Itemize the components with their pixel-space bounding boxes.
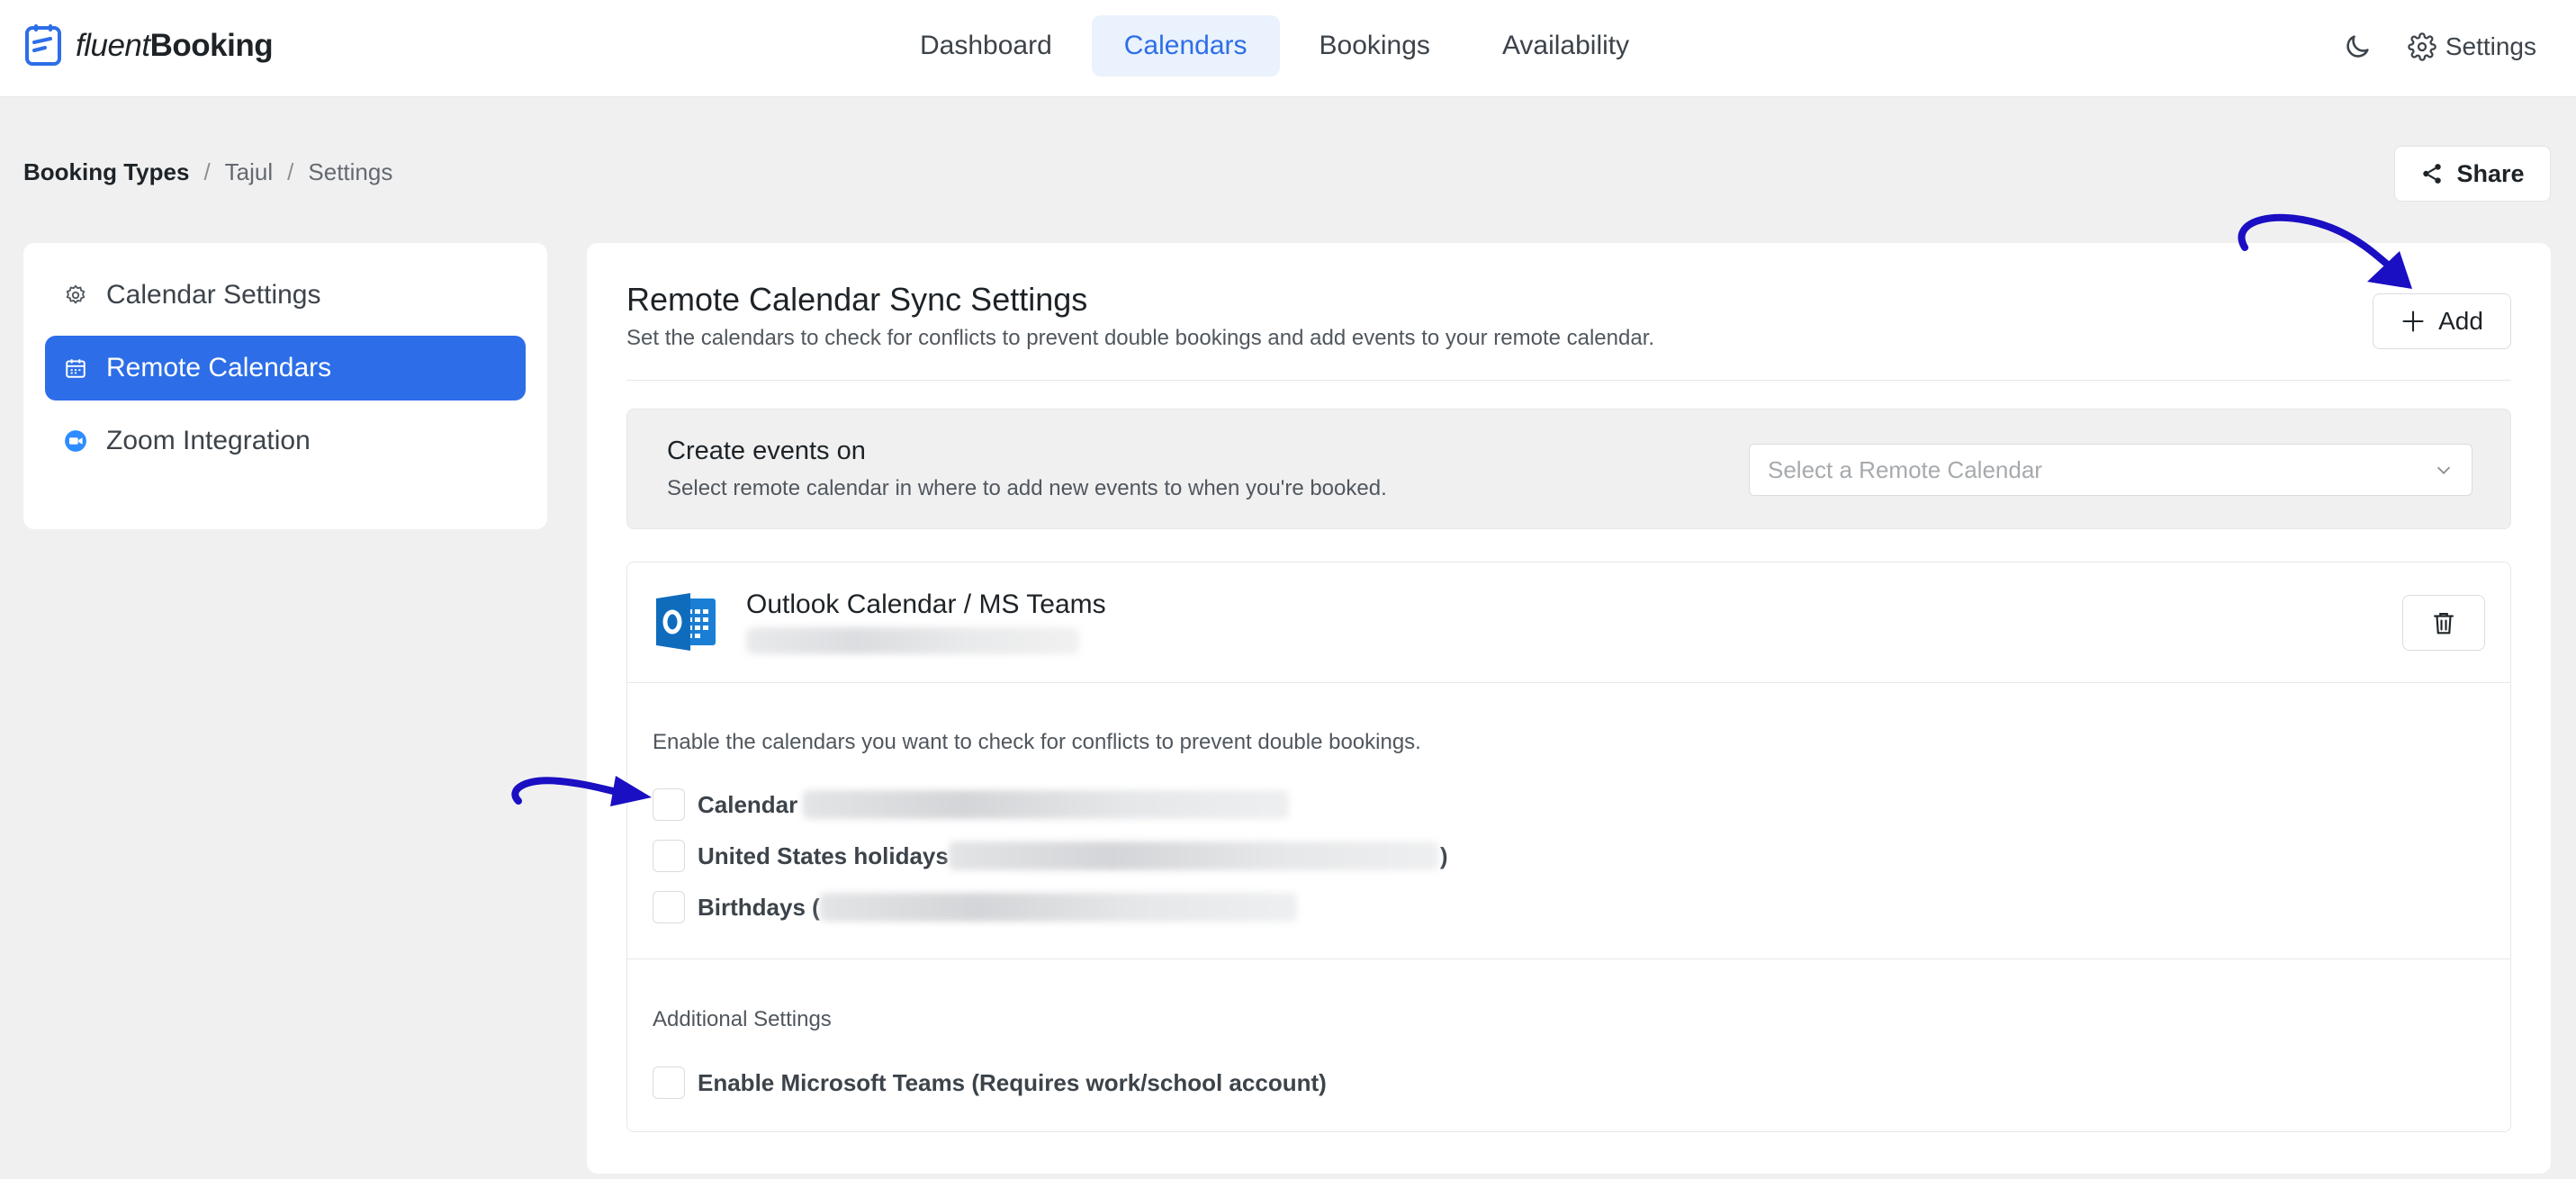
trash-icon — [2433, 612, 2454, 634]
additional-settings-title: Additional Settings — [653, 1007, 832, 1031]
sidebar-item-remote-calendars[interactable]: Remote Calendars — [45, 336, 526, 400]
delete-account-button[interactable] — [2402, 595, 2485, 651]
breadcrumb: Booking Types / Tajul / Settings — [23, 158, 392, 186]
zoom-icon — [63, 428, 88, 454]
create-events-title: Create events on — [667, 436, 866, 465]
remote-calendar-panel: Remote Calendar Sync Settings Set the ca… — [587, 243, 2551, 1174]
share-button[interactable]: Share — [2394, 146, 2551, 202]
select-placeholder: Select a Remote Calendar — [1768, 455, 2042, 483]
outlook-account-card: Outlook Calendar / MS Teams xxxxxxxxxxxx… — [626, 562, 2511, 1132]
chevron-down-icon — [2436, 466, 2451, 474]
fluentbooking-logo[interactable]: fluentBooking — [23, 22, 274, 70]
sidebar-item-label: Remote Calendars — [106, 353, 332, 382]
sidebar-item-label: Zoom Integration — [106, 426, 311, 455]
breadcrumb-host[interactable]: Tajul — [225, 158, 273, 186]
add-label: Add — [2438, 307, 2483, 335]
calendar-checkbox-row: Birthdays ( xxxxxxxxxx — [653, 890, 1297, 924]
teams-checkbox[interactable] — [653, 1066, 685, 1099]
sidebar-item-zoom-integration[interactable]: Zoom Integration — [45, 409, 526, 473]
teams-option-label: Enable Microsoft Teams (Requires work/sc… — [698, 1068, 1327, 1096]
logo-text-bold: Booking — [149, 28, 274, 63]
logo-icon — [25, 24, 61, 66]
breadcrumb-separator: / — [203, 158, 211, 185]
header-actions: Settings — [2337, 23, 2536, 70]
create-events-section: Create events on Select remote calendar … — [626, 409, 2511, 529]
create-events-description: Select remote calendar in where to add n… — [667, 476, 1387, 500]
divider — [626, 380, 2511, 381]
calendar-id-redacted: xxxxxxxxxx — [948, 842, 1438, 870]
calendar-label: Birthdays ( — [698, 893, 820, 921]
settings-label: Settings — [2445, 32, 2536, 60]
account-email-redacted: xxxxxxxxxxxxxxxxxxxxxxxxxxxx — [746, 627, 1079, 654]
gear-icon — [63, 283, 88, 308]
divider — [627, 958, 2510, 959]
conflict-description: Enable the calendars you want to check f… — [653, 730, 1421, 754]
plus-icon — [2402, 310, 2424, 332]
logo-text: fluentBooking — [76, 28, 274, 64]
calendar-label-suffix: ) — [1439, 842, 1448, 869]
main-nav: Dashboard Calendars Bookings Availabilit… — [887, 14, 1662, 77]
account-header: Outlook Calendar / MS Teams xxxxxxxxxxxx… — [627, 562, 2510, 683]
panel-title: Remote Calendar Sync Settings — [626, 281, 1088, 318]
calendar-label: United States holidays — [698, 842, 949, 869]
calendar-label: Calendar — [698, 790, 798, 818]
calendar-id-redacted: xxxxxxxxxx — [819, 893, 1297, 922]
moon-icon — [2346, 35, 2369, 58]
outlook-icon — [656, 593, 716, 651]
sidebar-item-label: Calendar Settings — [106, 280, 321, 310]
nav-availability[interactable]: Availability — [1470, 15, 1662, 76]
calendar-icon — [63, 356, 88, 381]
dark-mode-toggle[interactable] — [2337, 27, 2377, 67]
top-navigation-bar: fluentBooking Dashboard Calendars Bookin… — [0, 0, 2576, 97]
breadcrumb-current: Settings — [308, 158, 393, 185]
settings-link[interactable]: Settings — [2408, 32, 2536, 61]
calendar-checkbox-row: Calendar xxxxxxxxxx — [653, 788, 1290, 822]
remote-calendar-select[interactable]: Select a Remote Calendar — [1749, 444, 2472, 496]
nav-calendars[interactable]: Calendars — [1091, 15, 1280, 76]
add-button[interactable]: Add — [2373, 293, 2511, 349]
calendar-checkbox-row: United States holidays xxxxxxxxxx ) — [653, 839, 1448, 873]
calendar-checkbox[interactable] — [653, 788, 685, 821]
calendar-checkbox[interactable] — [653, 891, 685, 923]
calendar-checkbox[interactable] — [653, 840, 685, 872]
nav-dashboard[interactable]: Dashboard — [887, 15, 1085, 76]
sidebar-item-calendar-settings[interactable]: Calendar Settings — [45, 263, 526, 328]
gear-icon — [2408, 32, 2436, 61]
share-icon — [2423, 164, 2442, 184]
breadcrumb-separator: / — [287, 158, 294, 185]
breadcrumb-booking-types[interactable]: Booking Types — [23, 158, 189, 186]
nav-bookings[interactable]: Bookings — [1287, 15, 1463, 76]
calendar-id-redacted: xxxxxxxxxx — [803, 790, 1290, 819]
settings-sidebar: Calendar Settings Remote Calendars Zoom … — [23, 243, 547, 529]
account-name: Outlook Calendar / MS Teams — [746, 590, 1106, 619]
share-label: Share — [2456, 159, 2525, 187]
panel-description: Set the calendars to check for conflicts… — [626, 326, 1655, 350]
logo-text-light: fluent — [76, 28, 150, 63]
teams-option-row: Enable Microsoft Teams (Requires work/sc… — [653, 1066, 1327, 1100]
